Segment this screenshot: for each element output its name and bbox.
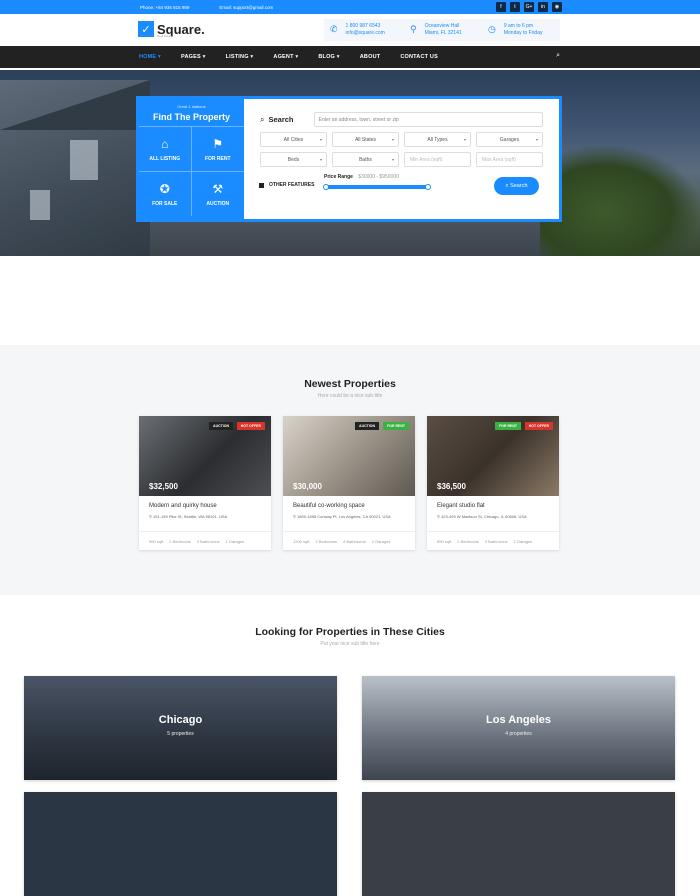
property-address: ⚲ 423-499 W Madison St, Chicago, IL 6060… [437,514,527,519]
property-card[interactable]: FOR RENT HOT OFFER $36,500 Elegant studi… [427,416,559,550]
map-pin-icon: ⚲ [410,24,417,35]
property-image[interactable]: AUCTION HOT OFFER $32,500 [139,416,271,496]
select-state[interactable]: All States ▾ [332,132,399,147]
logo[interactable]: ✓ Square. Real Estate [138,21,205,38]
clock-icon: ◷ [488,24,496,35]
property-features: 1200 sqft 2 Bedrooms 4 Bathrooms 2 Garages [283,531,415,544]
property-card[interactable]: AUCTION HOT OFFER $32,500 Modern and qui… [139,416,271,550]
panel-title: Find The Property [152,112,230,122]
price-slider[interactable] [323,184,431,190]
badge-icon: ✪ [159,181,170,196]
other-features-toggle[interactable]: OTHER FEATURES [259,182,314,188]
plus-icon [259,182,264,188]
gavel-icon: ⚒ [212,181,224,196]
header-address: ⚲ Oceanview Hall Miami, FL 32141 [404,19,482,41]
city-card-chicago[interactable]: Chicago 5 properties [24,676,337,780]
select-city[interactable]: All Cities ▾ [260,132,327,147]
panel-tagline: Great 1 stations [177,104,206,109]
property-price: $32,500 [149,482,178,491]
city-count: 4 properties [505,731,532,737]
select-type[interactable]: All Types ▾ [404,132,471,147]
search-icon[interactable]: ⌕ [556,52,560,60]
section-subtitle: Here could be a nice sub title [317,393,383,399]
phone-icon: ✆ [330,24,338,35]
section-title: Newest Properties [304,378,396,390]
magnifier-icon: ⌕ [260,114,265,124]
topbar-phone: Phone: +84 935 815 989 [140,4,190,10]
nav-listing[interactable]: LISTING ▾ [226,54,254,60]
property-title[interactable]: Modern and quirky house [139,496,271,509]
property-card[interactable]: AUCTION FOR RENT $30,000 Beautiful co-wo… [283,416,415,550]
city-card-los-angeles[interactable]: Los Angeles 4 properties [362,676,675,780]
tab-all-listing[interactable]: ⌂ ALL LISTING [139,126,192,171]
tab-auction[interactable]: ⚒ AUCTION [191,171,244,216]
newest-properties-section: Newest Properties Here could be a nice s… [0,345,700,595]
linkedin-icon[interactable]: in [538,2,548,12]
city-name: Chicago [158,714,203,726]
tab-for-sale[interactable]: ✪ FOR SALE [139,171,192,216]
property-title[interactable]: Beautiful co-working space [283,496,415,509]
nav-pages[interactable]: PAGES ▾ [181,54,206,60]
nav-about[interactable]: ABOUT [360,54,381,60]
property-address: ⚲ 1800-1898 Conway Pl, Los Angeles, CA 9… [293,514,391,519]
select-garages[interactable]: Garages ▾ [476,132,543,147]
top-bar: Phone: +84 935 815 989 Email: support@gm… [0,0,700,14]
select-baths[interactable]: Baths ▾ [332,152,399,167]
header-contact: ✆ 1 800 987 6543 info@square.com [324,19,404,41]
main-nav: HOME ▾ PAGES ▾ LISTING ▾ AGENT ▾ BLOG ▾ … [0,46,700,68]
max-area-input[interactable]: Max Area (sqft) [476,152,543,167]
hero-banner: Great 1 stations Find The Property ⌂ ALL … [0,70,700,256]
property-price: $30,000 [293,482,322,491]
price-range: Price Range $30000 - $950000 [324,174,399,180]
city-name: Los Angeles [486,714,551,726]
topbar-email[interactable]: Email: support@gmail.com [219,5,273,10]
search-label: Search [268,115,294,124]
google-plus-icon[interactable]: G+ [524,2,534,12]
header-hours: ◷ 9 am to 6 pm Monday to Friday [482,19,560,41]
property-title[interactable]: Elegant studio flat [427,496,559,509]
property-image[interactable]: AUCTION FOR RENT $30,000 [283,416,415,496]
tab-for-rent[interactable]: ⚑ FOR RENT [191,126,244,171]
sign-icon: ⚑ [212,136,224,151]
nav-agent[interactable]: AGENT ▾ [273,54,298,60]
header: ✓ Square. Real Estate ✆ 1 800 987 6543 in… [0,14,700,46]
city-card[interactable] [24,792,337,896]
nav-contact[interactable]: CONTACT US [400,54,438,60]
cities-title: Looking for Properties in These Cities [255,626,445,638]
property-features: 960 sqft 2 Bedrooms 2 Bathrooms 1 Garages [139,531,271,544]
hero-house-image [0,80,150,256]
nav-blog[interactable]: BLOG ▾ [318,54,339,60]
city-card[interactable] [362,792,675,896]
select-beds[interactable]: Beds ▾ [260,152,327,167]
social-links: f t G+ in ◉ [496,2,562,12]
slider-max-handle[interactable] [425,184,431,190]
twitter-icon[interactable]: t [510,2,520,12]
property-price: $36,500 [437,482,466,491]
property-image[interactable]: FOR RENT HOT OFFER $36,500 [427,416,559,496]
min-area-input[interactable]: Min Area (sqft) [404,152,471,167]
slider-min-handle[interactable] [323,184,329,190]
search-button[interactable]: ⌕ Search [494,177,539,195]
city-count: 5 properties [167,731,194,737]
search-panel: Great 1 stations Find The Property ⌂ ALL … [139,99,559,219]
property-features: 650 sqft 2 Bedrooms 2 Bathrooms 2 Garages [427,531,559,544]
property-address: ⚲ 151-159 Pike St, Seattle, WA 98101, US… [149,514,228,519]
nav-home[interactable]: HOME ▾ [139,54,161,60]
logo-subtitle: Real Estate [157,34,173,38]
search-input[interactable]: Enter an address, town, street or zip [313,112,543,127]
search-form: ⌕ Search Enter an address, town, street … [244,99,559,219]
cities-section: Looking for Properties in These Cities P… [0,626,700,896]
facebook-icon[interactable]: f [496,2,506,12]
home-icon: ⌂ [161,136,169,151]
logo-check-icon: ✓ [138,21,154,37]
listing-type-tabs: Great 1 stations Find The Property ⌂ ALL … [139,99,244,219]
dribbble-icon[interactable]: ◉ [552,2,562,12]
